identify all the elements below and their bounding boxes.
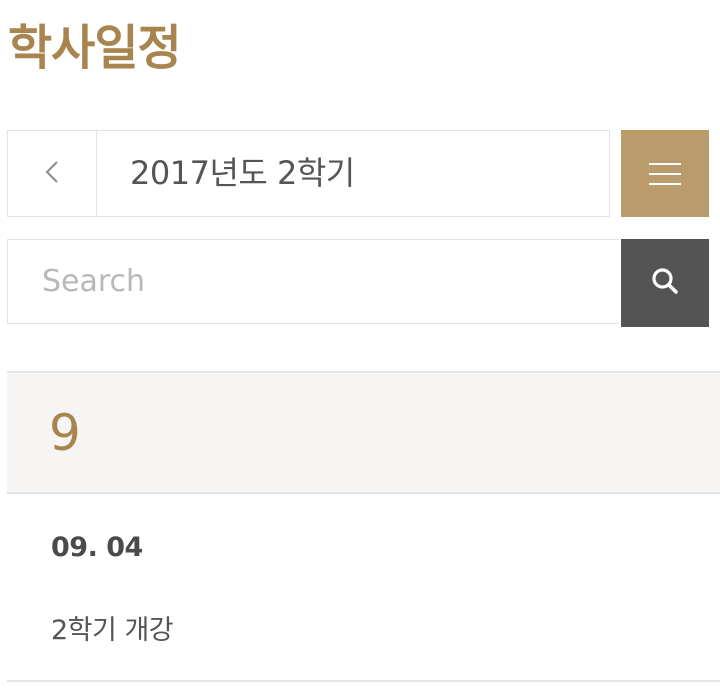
month-header: 9 [7, 371, 720, 494]
semester-box: 2017년도 2학기 [7, 130, 610, 217]
event-date: 09. 04 [51, 532, 143, 563]
semester-label: 2017년도 2학기 [130, 154, 355, 192]
search-button[interactable] [621, 239, 709, 327]
academic-calendar-page: 학사일정 2017년도 2학기 Search 9 09. 04 2학기 개강 [0, 0, 720, 690]
chevron-left-icon [45, 160, 59, 188]
list-item[interactable]: 09. 04 2학기 개강 [7, 494, 720, 682]
semester-selector: 2017년도 2학기 [7, 130, 709, 217]
search-bar [7, 239, 709, 327]
search-icon [650, 266, 680, 300]
event-title: 2학기 개강 [51, 615, 174, 646]
prev-semester-button[interactable] [8, 131, 97, 216]
semester-menu-button[interactable] [621, 130, 709, 217]
month-number: 9 [49, 404, 81, 462]
hamburger-menu-icon [649, 162, 681, 165]
search-input[interactable] [7, 239, 619, 324]
page-title: 학사일정 [8, 20, 182, 76]
